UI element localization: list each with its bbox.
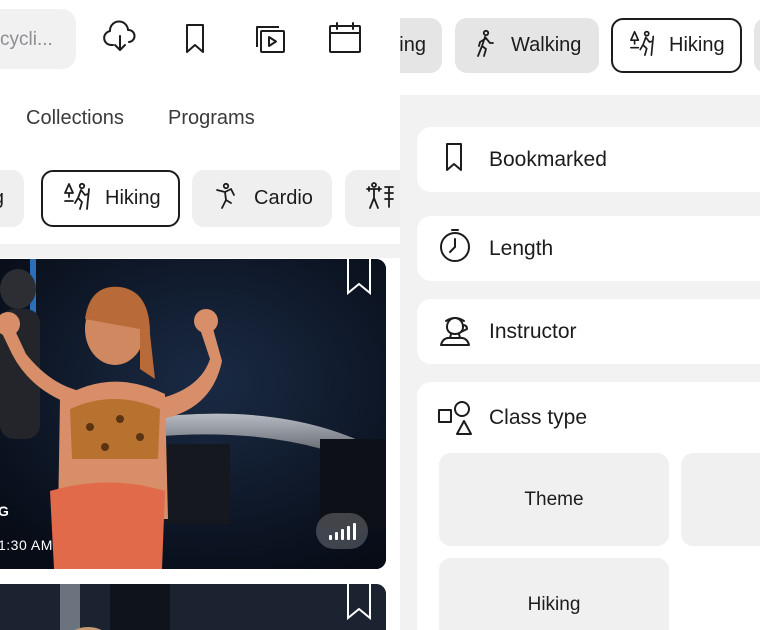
- class-card[interactable]: G 1:30 AM: [0, 259, 386, 569]
- filter-label: Length: [489, 236, 554, 260]
- chip-running[interactable]: ing: [400, 18, 442, 73]
- chip-label: Walking: [511, 34, 582, 56]
- chip-label: Hiking: [105, 187, 161, 209]
- chip-label: ing: [400, 34, 426, 56]
- tab-programs[interactable]: Programs: [168, 107, 255, 130]
- chip-hiking[interactable]: Hiking: [611, 18, 742, 73]
- filter-label: Class type: [489, 406, 588, 429]
- section-divider: [0, 244, 400, 258]
- class-time: 1:30 AM: [0, 537, 53, 553]
- hiking-icon: [63, 181, 93, 217]
- chip-strength[interactable]: [345, 170, 400, 227]
- class-thumbnail: [0, 584, 386, 630]
- tab-collections[interactable]: Collections: [26, 107, 124, 130]
- filter-length[interactable]: Length: [417, 216, 760, 281]
- chip-hiking[interactable]: Hiking: [41, 170, 180, 227]
- search-placeholder: cycli...: [0, 29, 53, 50]
- filter-instructor[interactable]: Instructor: [417, 299, 760, 364]
- shapes-icon: [437, 400, 473, 442]
- calendar-icon[interactable]: [325, 18, 365, 58]
- filter-bookmarked[interactable]: Bookmarked: [417, 127, 760, 192]
- class-type-option-theme[interactable]: Theme: [439, 453, 669, 546]
- class-type-option[interactable]: [681, 453, 760, 546]
- download-icon[interactable]: [100, 18, 140, 58]
- chip-walking[interactable]: g: [0, 170, 24, 227]
- chip-label: g: [0, 187, 4, 210]
- class-card[interactable]: [0, 584, 386, 630]
- option-label: Theme: [524, 488, 584, 510]
- main-pane: cycli... Collections Programs g: [0, 0, 400, 630]
- option-label: Hiking: [527, 593, 581, 615]
- bookmark-icon: [437, 139, 473, 181]
- chip-walking[interactable]: Walking: [455, 18, 599, 73]
- chip-label: Hiking: [669, 34, 725, 56]
- filter-label: Instructor: [489, 319, 577, 343]
- search-input[interactable]: cycli...: [0, 9, 76, 69]
- cardio-icon: [212, 181, 242, 217]
- instructor-icon: [437, 311, 473, 353]
- chip-cardio[interactable]: Cardio: [192, 170, 332, 227]
- strength-icon: [365, 181, 395, 217]
- chip-label: Cardio: [254, 187, 313, 209]
- walking-icon: [471, 29, 499, 63]
- clock-icon: [437, 228, 473, 270]
- filter-label: Bookmarked: [489, 147, 607, 171]
- bookmark-icon[interactable]: [346, 584, 372, 621]
- filter-panel: ing Walking Hiking Bookmarked Length Ins…: [400, 0, 760, 630]
- hiking-icon: [629, 29, 657, 63]
- bookmark-icon[interactable]: [346, 259, 372, 296]
- chip-more[interactable]: [754, 18, 760, 73]
- class-title: G: [0, 503, 10, 519]
- video-playlist-icon[interactable]: [250, 18, 290, 58]
- difficulty-bars-icon: [316, 513, 368, 549]
- bookmark-icon[interactable]: [175, 18, 215, 58]
- class-type-option-hiking[interactable]: Hiking: [439, 558, 669, 630]
